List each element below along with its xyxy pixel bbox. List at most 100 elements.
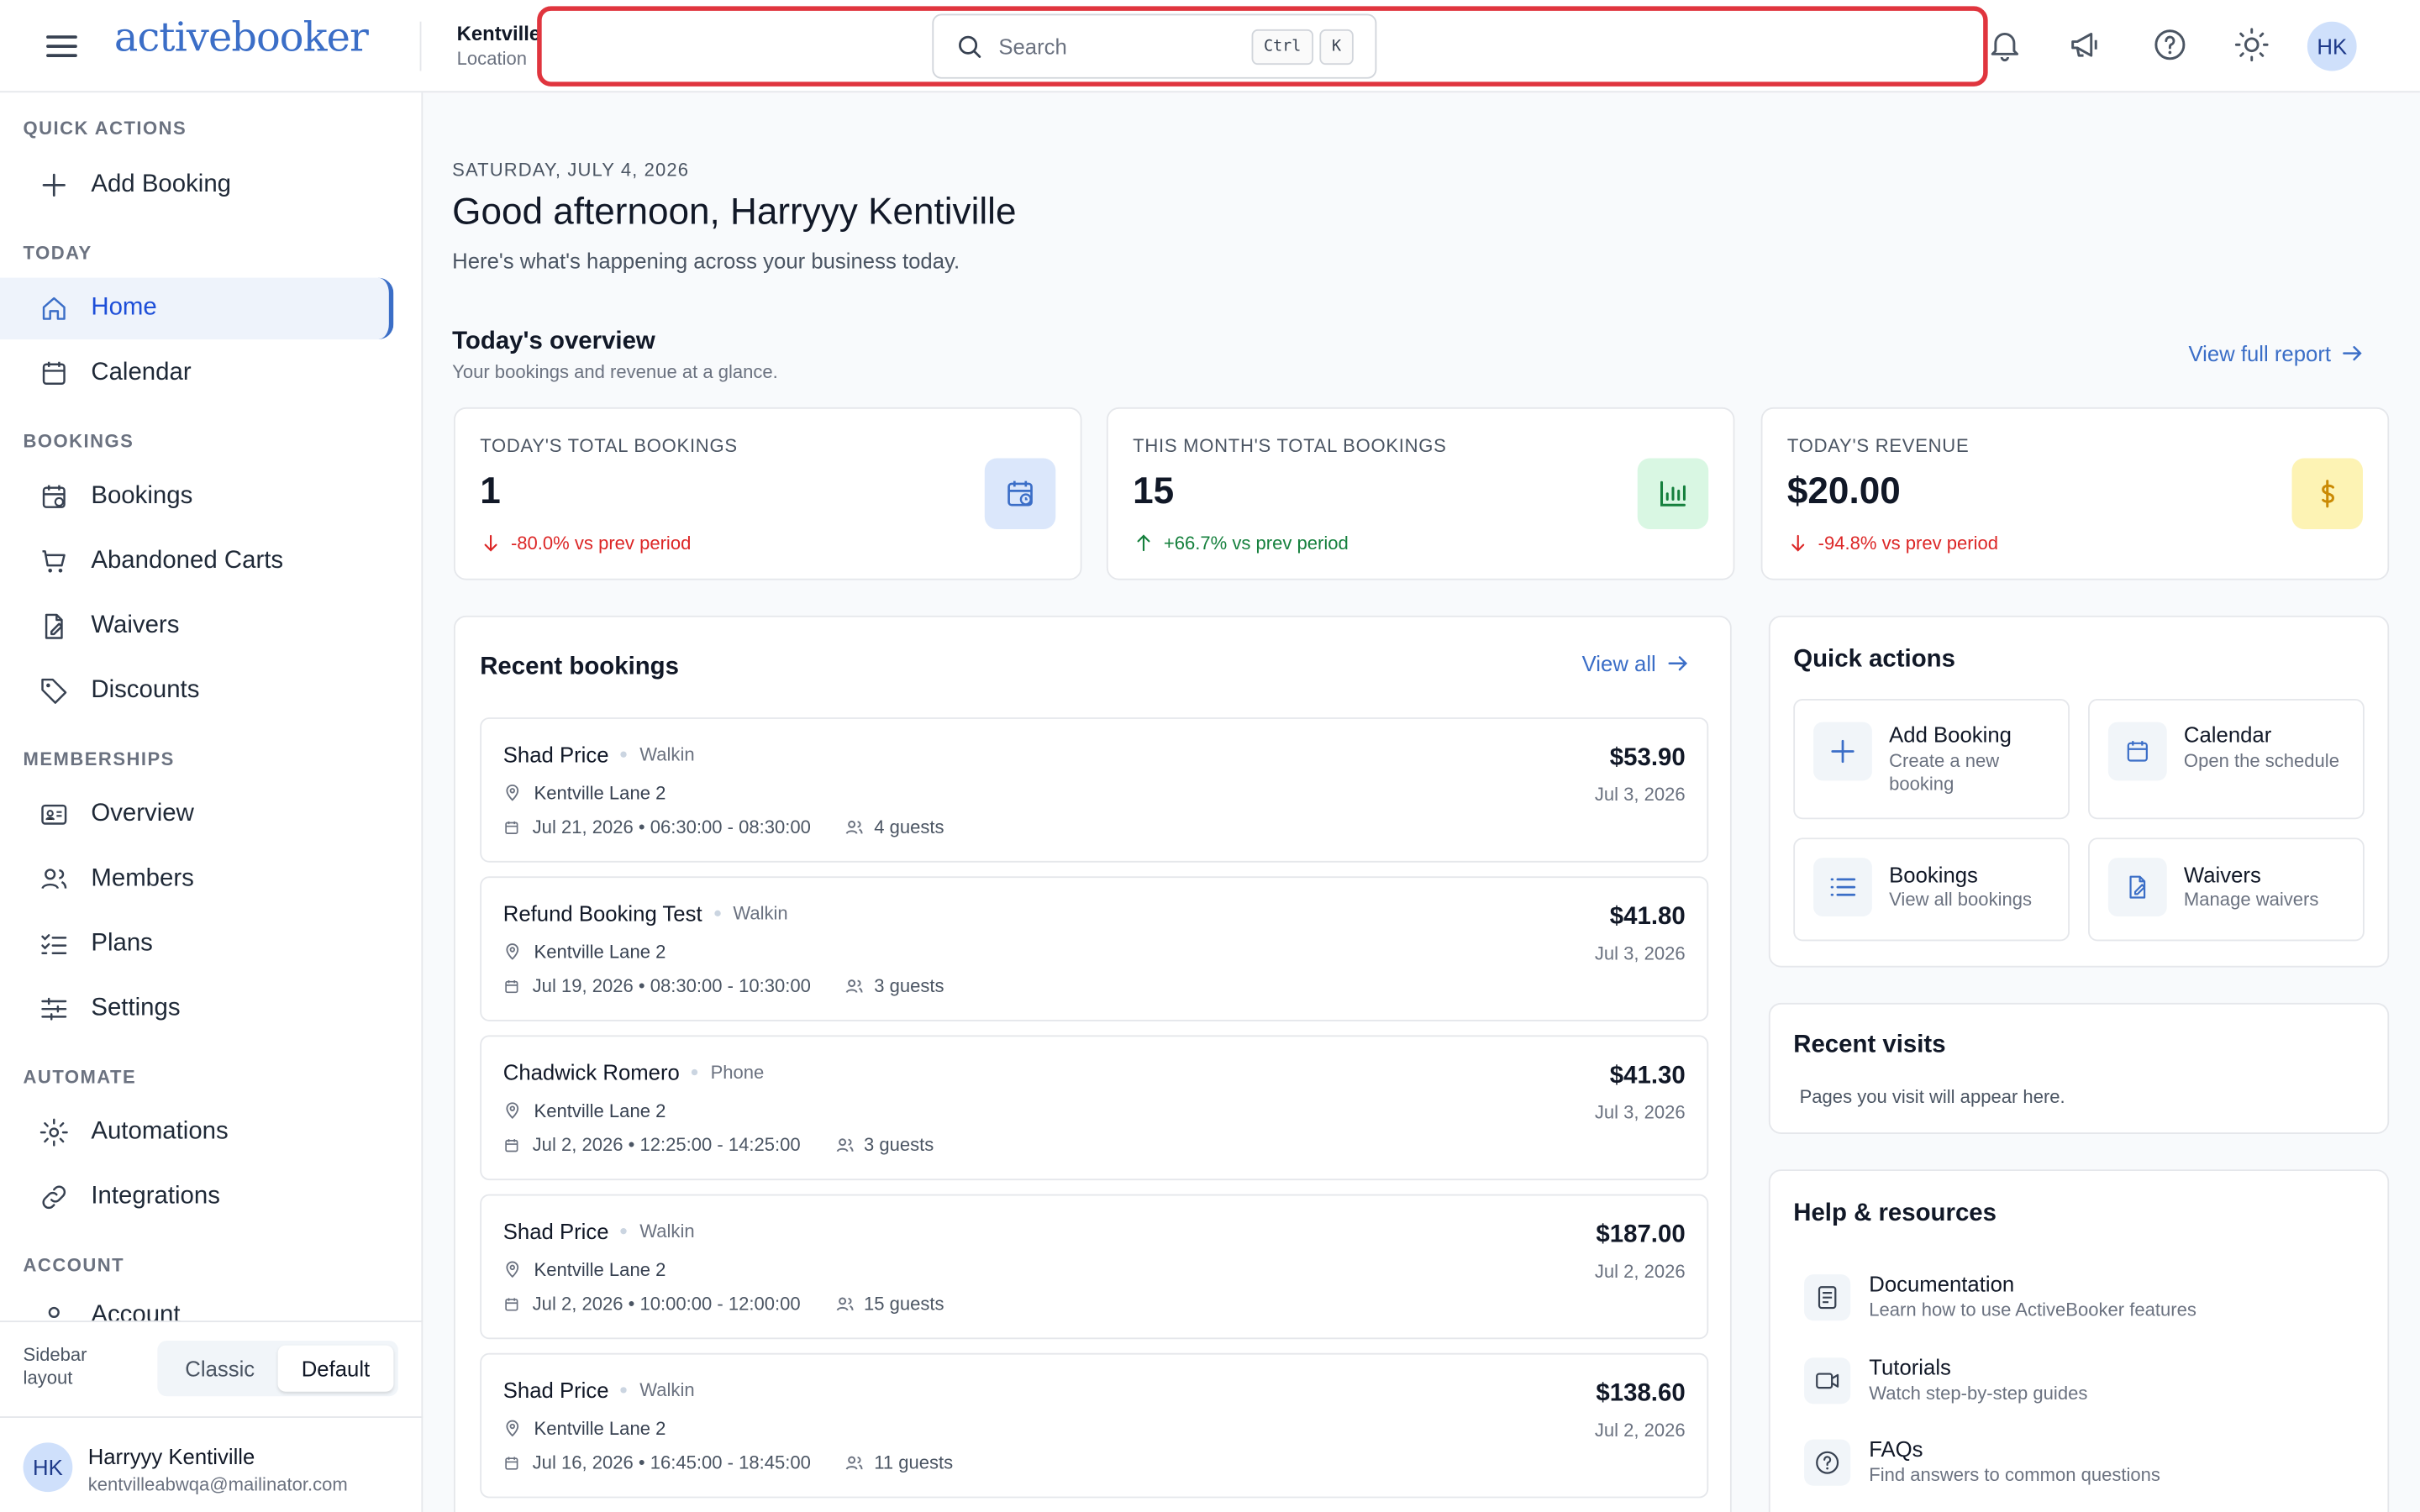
user-profile[interactable]: HK Harryyy Kentiville kentvilleabwqa@mai… bbox=[0, 1416, 424, 1512]
booking-item[interactable]: Chadwick Romero Phone Kentville Lane 2 J… bbox=[480, 1035, 1709, 1181]
booking-amount: $187.00 bbox=[1596, 1221, 1686, 1248]
booking-guests: 3 guests bbox=[863, 1133, 934, 1156]
question-circle-icon bbox=[1804, 1439, 1851, 1486]
booking-guests-group: 3 guests bbox=[844, 975, 944, 997]
quick-action-bookings[interactable]: Bookings View all bookings bbox=[1793, 837, 2070, 942]
booking-name-row: Shad Price Walkin bbox=[503, 1219, 695, 1243]
calendar-icon bbox=[505, 1138, 518, 1152]
quick-action-subtitle: Manage waivers bbox=[2183, 888, 2319, 911]
help-item-tutorials[interactable]: Tutorials Watch step-by-step guides bbox=[1804, 1355, 2328, 1416]
booking-channel: Walkin bbox=[639, 743, 695, 766]
id-card-icon bbox=[41, 804, 67, 825]
booking-lane: Kentville Lane 2 bbox=[534, 1417, 666, 1440]
help-item-title: Documentation bbox=[1869, 1271, 2015, 1296]
arrow-right-icon bbox=[1668, 656, 1688, 671]
sidebar-item-automations[interactable]: Automations bbox=[0, 1101, 393, 1163]
overview-subtitle: Your bookings and revenue at a glance. bbox=[452, 360, 778, 383]
booking-name-row: Chadwick Romero Phone bbox=[503, 1060, 765, 1084]
bell-icon[interactable] bbox=[1986, 26, 2023, 63]
section-today: TODAY bbox=[23, 242, 92, 265]
quick-action-waivers[interactable]: Waivers Manage waivers bbox=[2088, 837, 2365, 942]
recent-visits-card: Recent visits Pages you visit will appea… bbox=[1768, 1002, 2390, 1134]
sidebar-item-overview[interactable]: Overview bbox=[0, 784, 393, 845]
help-item-title: FAQs bbox=[1869, 1436, 1923, 1462]
sidebar-item-label: Plans bbox=[91, 930, 153, 957]
help-item-title: Tutorials bbox=[1869, 1354, 1951, 1380]
section-account: ACCOUNT bbox=[23, 1254, 125, 1276]
sidebar-item-abandoned-carts[interactable]: Abandoned Carts bbox=[0, 531, 393, 592]
sidebar-item-settings[interactable]: Settings bbox=[0, 978, 393, 1039]
layout-classic-option[interactable]: Classic bbox=[162, 1346, 278, 1392]
section-memberships: MEMBERSHIPS bbox=[23, 748, 175, 770]
bar-chart-icon bbox=[1637, 458, 1709, 529]
booking-amount: $138.60 bbox=[1596, 1380, 1686, 1408]
quick-action-title: Bookings bbox=[1889, 862, 1978, 888]
layout-label-line-2: layout bbox=[23, 1367, 73, 1389]
stat-value: $20.00 bbox=[1786, 470, 1901, 512]
booking-item[interactable]: Shad Price Walkin Kentville Lane 2 Jul 2… bbox=[480, 1194, 1709, 1340]
section-automate: AUTOMATE bbox=[23, 1066, 137, 1088]
help-item-subtitle: Learn how to use ActiveBooker features bbox=[1869, 1299, 2196, 1321]
search-input[interactable]: Search Ctrl K bbox=[932, 13, 1377, 79]
arrow-down-icon bbox=[484, 534, 497, 552]
view-full-report-label: View full report bbox=[2188, 340, 2332, 366]
booking-datetime: Jul 21, 2026 • 06:30:00 - 08:30:00 bbox=[532, 816, 811, 838]
sidebar-item-members[interactable]: Members bbox=[0, 848, 393, 910]
booking-customer: Shad Price bbox=[502, 742, 609, 767]
sidebar-item-label: Bookings bbox=[91, 482, 193, 510]
location-switcher[interactable]: Kentville Location bbox=[457, 22, 541, 70]
file-signature-icon bbox=[2107, 858, 2167, 916]
megaphone-icon[interactable] bbox=[2068, 26, 2105, 63]
booking-channel: Walkin bbox=[733, 902, 788, 925]
view-full-report-link[interactable]: View full report bbox=[2188, 341, 2365, 365]
booking-guests-group: 4 guests bbox=[844, 816, 944, 837]
sidebar-item-integrations[interactable]: Integrations bbox=[0, 1167, 393, 1228]
map-pin-icon bbox=[506, 1102, 519, 1119]
stat-change-text: -80.0% vs prev period bbox=[510, 532, 692, 554]
separator-dot bbox=[714, 910, 721, 916]
user-icon bbox=[48, 1306, 60, 1319]
booking-customer: Shad Price bbox=[502, 1218, 609, 1244]
sidebar-item-calendar[interactable]: Calendar bbox=[0, 343, 393, 404]
sidebar-item-discounts[interactable]: Discounts bbox=[0, 660, 393, 722]
booking-datetime: Jul 2, 2026 • 12:25:00 - 14:25:00 bbox=[532, 1133, 801, 1156]
location-name: Kentville bbox=[456, 21, 541, 45]
menu-icon[interactable] bbox=[43, 28, 80, 65]
help-icon[interactable] bbox=[2151, 26, 2188, 63]
booking-channel: Walkin bbox=[639, 1379, 695, 1401]
quick-action-calendar[interactable]: Calendar Open the schedule bbox=[2088, 699, 2365, 820]
map-pin-icon bbox=[506, 784, 519, 801]
sidebar-item-plans[interactable]: Plans bbox=[0, 913, 393, 974]
map-pin-icon bbox=[506, 943, 519, 960]
tag-icon bbox=[41, 678, 67, 704]
sidebar-item-account[interactable]: Account bbox=[0, 1289, 393, 1320]
logo[interactable]: activebooker bbox=[114, 15, 369, 61]
sidebar-item-waivers[interactable]: Waivers bbox=[0, 596, 393, 657]
help-item-faqs[interactable]: FAQs Find answers to common questions bbox=[1804, 1436, 2328, 1498]
layout-default-option[interactable]: Default bbox=[277, 1345, 394, 1392]
sun-icon[interactable] bbox=[2233, 26, 2270, 63]
view-all-link[interactable]: View all bbox=[1582, 651, 1691, 675]
quick-action-add-booking[interactable]: Add Booking Create a new booking bbox=[1793, 699, 2070, 820]
quick-action-title: Waivers bbox=[2183, 862, 2261, 888]
section-quick-actions: QUICK ACTIONS bbox=[23, 117, 187, 139]
overview-title: Today's overview bbox=[452, 328, 655, 355]
booking-item[interactable]: Refund Booking Test Walkin Kentville Lan… bbox=[480, 876, 1709, 1021]
booking-lane-row: Kentville Lane 2 bbox=[503, 782, 666, 804]
sidebar-item-add-booking[interactable]: Add Booking bbox=[0, 155, 393, 216]
sidebar-item-bookings[interactable]: Bookings bbox=[0, 466, 393, 528]
recent-visits-title: Recent visits bbox=[1793, 1032, 1946, 1058]
booking-item[interactable]: Shad Price Walkin Kentville Lane 2 Jul 2… bbox=[480, 717, 1709, 863]
sidebar-item-home[interactable]: Home bbox=[0, 277, 394, 340]
booking-created-date: Jul 2, 2026 bbox=[1594, 1260, 1686, 1283]
help-item-documentation[interactable]: Documentation Learn how to use ActiveBoo… bbox=[1804, 1271, 2328, 1332]
document-icon bbox=[1804, 1274, 1851, 1321]
sidebar-item-label: Settings bbox=[91, 995, 181, 1021]
user-avatar[interactable]: HK bbox=[2307, 21, 2357, 71]
sidebar-item-label: Overview bbox=[91, 801, 194, 827]
dollar-icon bbox=[2291, 458, 2363, 529]
booking-item[interactable]: Shad Price Walkin Kentville Lane 2 Jul 1… bbox=[480, 1352, 1709, 1499]
stat-change: -94.8% vs prev period bbox=[1787, 533, 1998, 554]
booking-customer: Shad Price bbox=[502, 1378, 609, 1403]
sidebar-item-label: Calendar bbox=[91, 359, 192, 386]
